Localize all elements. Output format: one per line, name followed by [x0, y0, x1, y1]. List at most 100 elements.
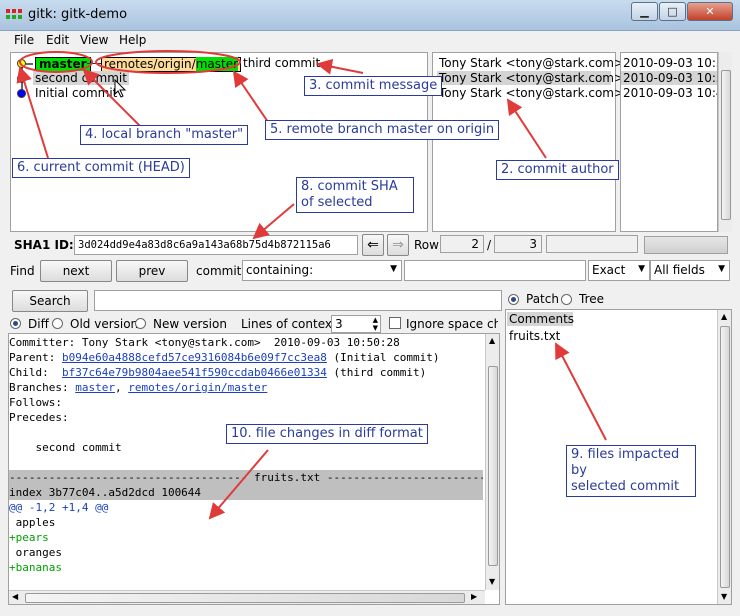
ignore-space-checkbox[interactable]	[389, 317, 401, 329]
status-field	[546, 235, 638, 253]
branch-remote-link[interactable]: remotes/origin/master	[128, 381, 267, 394]
new-version-radio[interactable]	[135, 318, 146, 329]
find-prev-button[interactable]: prev	[116, 260, 188, 282]
annotation-local-branch: 4. local branch "master"	[80, 125, 249, 145]
scrollbar-thumb[interactable]	[720, 326, 730, 588]
scrollbar-thumb[interactable]	[25, 593, 465, 603]
old-version-label[interactable]: Old version	[70, 317, 138, 331]
find-next-button[interactable]: next	[40, 260, 112, 282]
tree-radio[interactable]	[561, 294, 572, 305]
date-pane[interactable]: 2010-09-03 10:5 2010-09-03 10:5 2010-09-…	[620, 52, 718, 232]
close-button[interactable]: ✕	[687, 2, 733, 21]
scroll-right-icon[interactable]: ▶	[471, 592, 477, 601]
diff-child-line: Child: bf37c64e79b9804aee541f590ccdab046…	[9, 365, 426, 380]
commit-author[interactable]: Tony Stark <tony@stark.com>	[439, 56, 624, 70]
find-type-label: commit	[196, 264, 242, 278]
left-arrow-icon: ⇐	[367, 237, 379, 253]
commit-date-selected[interactable]: 2010-09-03 10:5	[621, 71, 717, 85]
spinner-arrows-icon[interactable]: ▲ ▼	[373, 316, 378, 332]
diff-pane[interactable]: Committer: Tony Stark <tony@stark.com> 2…	[8, 333, 500, 605]
maximize-button[interactable]: □	[659, 2, 686, 21]
diff-radio-label[interactable]: Diff	[28, 317, 49, 331]
forward-arrow-button[interactable]: ⇒	[387, 234, 409, 256]
progress-bar	[644, 236, 728, 254]
annotation-line: of selected	[301, 195, 373, 210]
patch-radio[interactable]	[508, 294, 519, 305]
new-version-label[interactable]: New version	[153, 317, 227, 331]
diff-follows: Follows:	[9, 396, 62, 409]
right-arrow-icon: ⇒	[392, 237, 404, 253]
file-entry[interactable]: fruits.txt	[509, 329, 560, 343]
commit-date[interactable]: 2010-09-03 10:5	[623, 56, 717, 70]
remote-branch-tag[interactable]: remotes/origin/master	[101, 57, 242, 72]
back-arrow-button[interactable]: ⇐	[362, 234, 384, 256]
diff-context-line: apples	[9, 516, 56, 529]
commit-message[interactable]: Initial commit	[35, 86, 117, 100]
diff-added-line: +bananas	[9, 561, 62, 574]
scrollbar-thumb[interactable]	[721, 70, 731, 220]
local-branch-tag[interactable]: master	[35, 57, 91, 72]
commit-node-head[interactable]	[17, 59, 26, 68]
menu-bar: File Edit View Help	[0, 31, 740, 51]
search-button[interactable]: Search	[12, 290, 88, 312]
find-scope-dropdown[interactable]: containing: ▼	[242, 260, 402, 281]
file-header-dashes: -------------------------	[326, 471, 483, 484]
diff-branches-line: Branches: master, remotes/origin/master	[9, 380, 267, 395]
mouse-cursor-icon	[114, 79, 127, 98]
ignore-space-label[interactable]: Ignore space cha	[406, 317, 498, 331]
scroll-down-icon[interactable]: ▼	[489, 577, 495, 586]
row-separator: /	[487, 238, 492, 252]
child-sha-link[interactable]: bf37c64e79b9804aee541f590ccdab0466e01334	[62, 366, 327, 379]
patch-label[interactable]: Patch	[526, 292, 559, 306]
find-mode-dropdown[interactable]: Exact ▼	[588, 260, 650, 281]
branch-master-link[interactable]: master	[75, 381, 115, 394]
scroll-left-icon[interactable]: ◀	[12, 592, 18, 601]
scrollbar-thumb[interactable]	[488, 366, 498, 566]
parent-label: Parent:	[9, 351, 62, 364]
tree-label[interactable]: Tree	[579, 292, 604, 306]
file-list-scrollbar[interactable]: ▲ ▼	[717, 310, 731, 604]
commit-date[interactable]: 2010-09-03 10:4	[623, 86, 717, 100]
annotation-line: 9. files impacted by	[571, 447, 680, 478]
minimize-button[interactable]: ▁	[631, 2, 658, 21]
row-label: Row	[414, 238, 439, 252]
diff-radio[interactable]	[10, 318, 21, 329]
context-lines-spinner[interactable]: 3 ▲ ▼	[331, 315, 381, 333]
scroll-up-icon[interactable]: ▲	[489, 336, 495, 345]
commit-message[interactable]: third commit	[243, 56, 320, 70]
author-pane[interactable]: Tony Stark <tony@stark.com> Tony Stark <…	[432, 52, 624, 232]
parent-note: (Initial commit)	[326, 351, 440, 364]
commit-author[interactable]: Tony Stark <tony@stark.com>	[439, 86, 624, 100]
search-input[interactable]	[94, 290, 502, 311]
commit-node[interactable]	[17, 89, 26, 98]
context-lines-label: Lines of context:	[241, 317, 341, 331]
menu-edit[interactable]: Edit	[46, 33, 69, 47]
find-mode-value: Exact	[592, 263, 626, 277]
diff-commit-message: second commit	[9, 441, 122, 454]
scroll-down-icon[interactable]: ▼	[721, 592, 727, 601]
find-text-input[interactable]	[404, 260, 586, 281]
annotation-current-commit: 6. current commit (HEAD)	[12, 158, 190, 178]
menu-file[interactable]: File	[14, 33, 34, 47]
diff-vertical-scrollbar[interactable]: ▲ ▼	[485, 334, 499, 590]
find-label: Find	[10, 264, 35, 278]
menu-help[interactable]: Help	[119, 33, 146, 47]
menu-view[interactable]: View	[80, 33, 108, 47]
annotation-files-impacted: 9. files impacted by selected commit	[566, 445, 696, 497]
find-fields-dropdown[interactable]: All fields ▼	[650, 260, 730, 281]
commit-author-selected[interactable]: Tony Stark <tony@stark.com>	[437, 71, 624, 85]
sha1-field[interactable]: 3d024dd9e4a83d8c6a9a143a68b75d4b872115a6	[74, 235, 358, 255]
chevron-down-icon: ▼	[390, 264, 397, 274]
parent-sha-link[interactable]: b094e60a4888cefd57ce9316084b6e09f7cc3ea8	[62, 351, 327, 364]
old-version-radio[interactable]	[52, 318, 63, 329]
sha1-label: SHA1 ID:	[14, 238, 74, 252]
diff-horizontal-scrollbar[interactable]: ◀ ▶	[9, 590, 485, 604]
diff-file-header: ------------------------------------ fru…	[9, 470, 483, 485]
branches-label: Branches:	[9, 381, 76, 394]
commit-list-scrollbar[interactable]	[718, 52, 732, 232]
commit-node[interactable]	[17, 74, 26, 83]
gitk-app-icon	[6, 9, 22, 21]
comments-entry[interactable]: Comments	[507, 312, 574, 326]
remote-prefix: remotes/origin/	[104, 57, 196, 71]
scroll-up-icon[interactable]: ▲	[721, 312, 727, 321]
